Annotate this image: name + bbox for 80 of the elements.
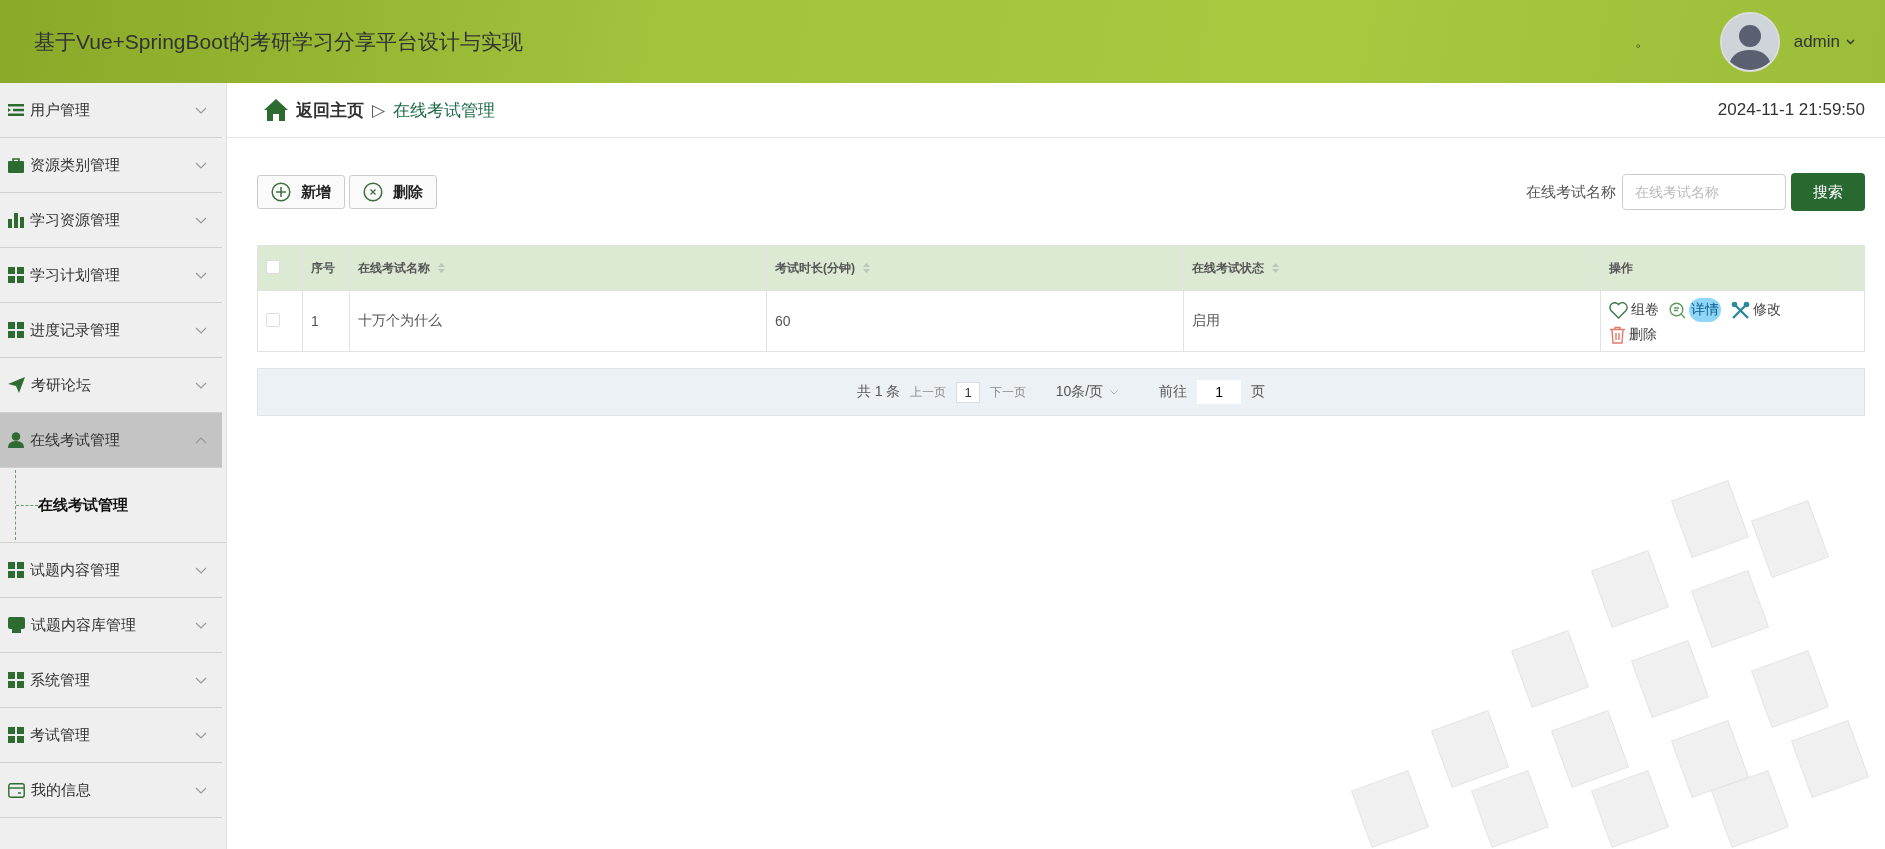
home-icon[interactable] <box>264 99 288 121</box>
chevron-down-icon <box>195 326 207 334</box>
dot-mark: 。 <box>1634 32 1650 51</box>
checkbox[interactable] <box>266 259 280 274</box>
briefcase-icon <box>8 157 24 173</box>
chevron-down-icon <box>195 731 207 739</box>
tray-icon <box>8 617 25 633</box>
tools-icon <box>1731 300 1750 320</box>
chevron-up-icon <box>195 436 207 444</box>
grid-icon <box>8 672 24 688</box>
chevron-down-icon <box>195 106 207 114</box>
search-label: 在线考试名称 <box>1526 182 1616 202</box>
page-size-select[interactable]: 10条/页 <box>1055 383 1120 401</box>
close-circle-icon <box>363 182 383 202</box>
total-count: 共 1 条 <box>856 383 901 401</box>
grid-icon <box>8 727 24 743</box>
sort-icon[interactable] <box>1272 262 1279 274</box>
page-suffix: 页 <box>1251 383 1266 401</box>
chevron-down-icon <box>1109 389 1120 395</box>
datetime: 2024-11-1 21:59:50 <box>1717 100 1865 120</box>
search-button[interactable]: 搜索 <box>1791 173 1865 211</box>
chevron-down-icon <box>195 216 207 224</box>
column-header: 在线考试名称 <box>358 259 430 277</box>
submenu-item[interactable]: 在线考试管理 <box>38 495 128 515</box>
paper-plane-icon <box>8 377 25 393</box>
chevron-down-icon <box>195 786 207 794</box>
site-title: 基于Vue+SpringBoot的考研学习分享平台设计与实现 <box>34 28 524 55</box>
toolbar-button[interactable]: 新增 <box>257 175 345 209</box>
caret-icon[interactable] <box>1846 38 1855 45</box>
column-header: 考试时长(分钟) <box>775 259 855 277</box>
page-number[interactable]: 1 <box>956 381 980 403</box>
menu-item[interactable]: 进度记录管理 <box>0 303 222 358</box>
row-action-link[interactable]: 修改 <box>1731 298 1781 322</box>
toolbar-button[interactable]: 删除 <box>349 175 437 209</box>
menu-item[interactable]: 在线考试管理 <box>0 413 222 468</box>
column-header: 操作 <box>1609 259 1633 277</box>
home-link[interactable]: 返回主页 <box>296 98 364 122</box>
menu-item[interactable]: 试题内容库管理 <box>0 598 222 653</box>
chevron-down-icon <box>195 676 207 684</box>
menu-item[interactable]: 考试管理 <box>0 708 222 763</box>
heart-icon <box>1609 301 1628 319</box>
search-detail-icon <box>1669 301 1686 319</box>
breadcrumb-current[interactable]: 在线考试管理 <box>393 98 1718 122</box>
menu-item[interactable]: 试题内容管理 <box>0 543 222 598</box>
table-cell: 启用 <box>1192 312 1220 328</box>
plus-circle-icon <box>271 182 291 202</box>
bar-chart-icon <box>8 212 24 228</box>
search-field[interactable]: 在线考试名称 <box>1622 174 1786 210</box>
chevron-down-icon <box>195 161 207 169</box>
chevron-down-icon <box>195 621 207 629</box>
grid-icon <box>8 322 24 338</box>
card-icon <box>8 782 25 798</box>
user-icon <box>8 432 24 448</box>
chevron-down-icon <box>195 271 207 279</box>
table-cell: 十万个为什么 <box>358 312 442 328</box>
row-action-link[interactable]: 组卷 <box>1609 298 1659 322</box>
table-cell: 60 <box>775 313 791 329</box>
user-menu[interactable]: admin <box>1793 31 1840 52</box>
list-icon <box>8 103 24 117</box>
column-header: 序号 <box>311 259 335 277</box>
checkbox[interactable] <box>266 312 280 327</box>
goto-page-field[interactable]: 1 <box>1197 380 1242 404</box>
chevron-down-icon <box>195 381 207 389</box>
menu-item[interactable]: 学习资源管理 <box>0 193 222 248</box>
goto-label: 前往 <box>1159 383 1188 401</box>
menu-item[interactable]: 资源类别管理 <box>0 138 222 193</box>
chevron-down-icon <box>195 566 207 574</box>
table-cell: 1 <box>311 313 319 329</box>
sort-icon[interactable] <box>438 262 445 274</box>
trash-icon <box>1609 326 1626 344</box>
menu-item[interactable]: 我的信息 <box>0 763 222 818</box>
row-action-link[interactable]: 删除 <box>1609 326 1657 344</box>
menu-item[interactable]: 学习计划管理 <box>0 248 222 303</box>
menu-item[interactable]: 系统管理 <box>0 653 222 708</box>
menu-item[interactable]: 用户管理 <box>0 83 222 138</box>
column-header: 在线考试状态 <box>1192 259 1264 277</box>
grid-icon <box>8 267 24 283</box>
sort-icon[interactable] <box>863 262 870 274</box>
breadcrumb-separator: ▷ <box>372 99 386 121</box>
grid-icon <box>8 562 24 578</box>
